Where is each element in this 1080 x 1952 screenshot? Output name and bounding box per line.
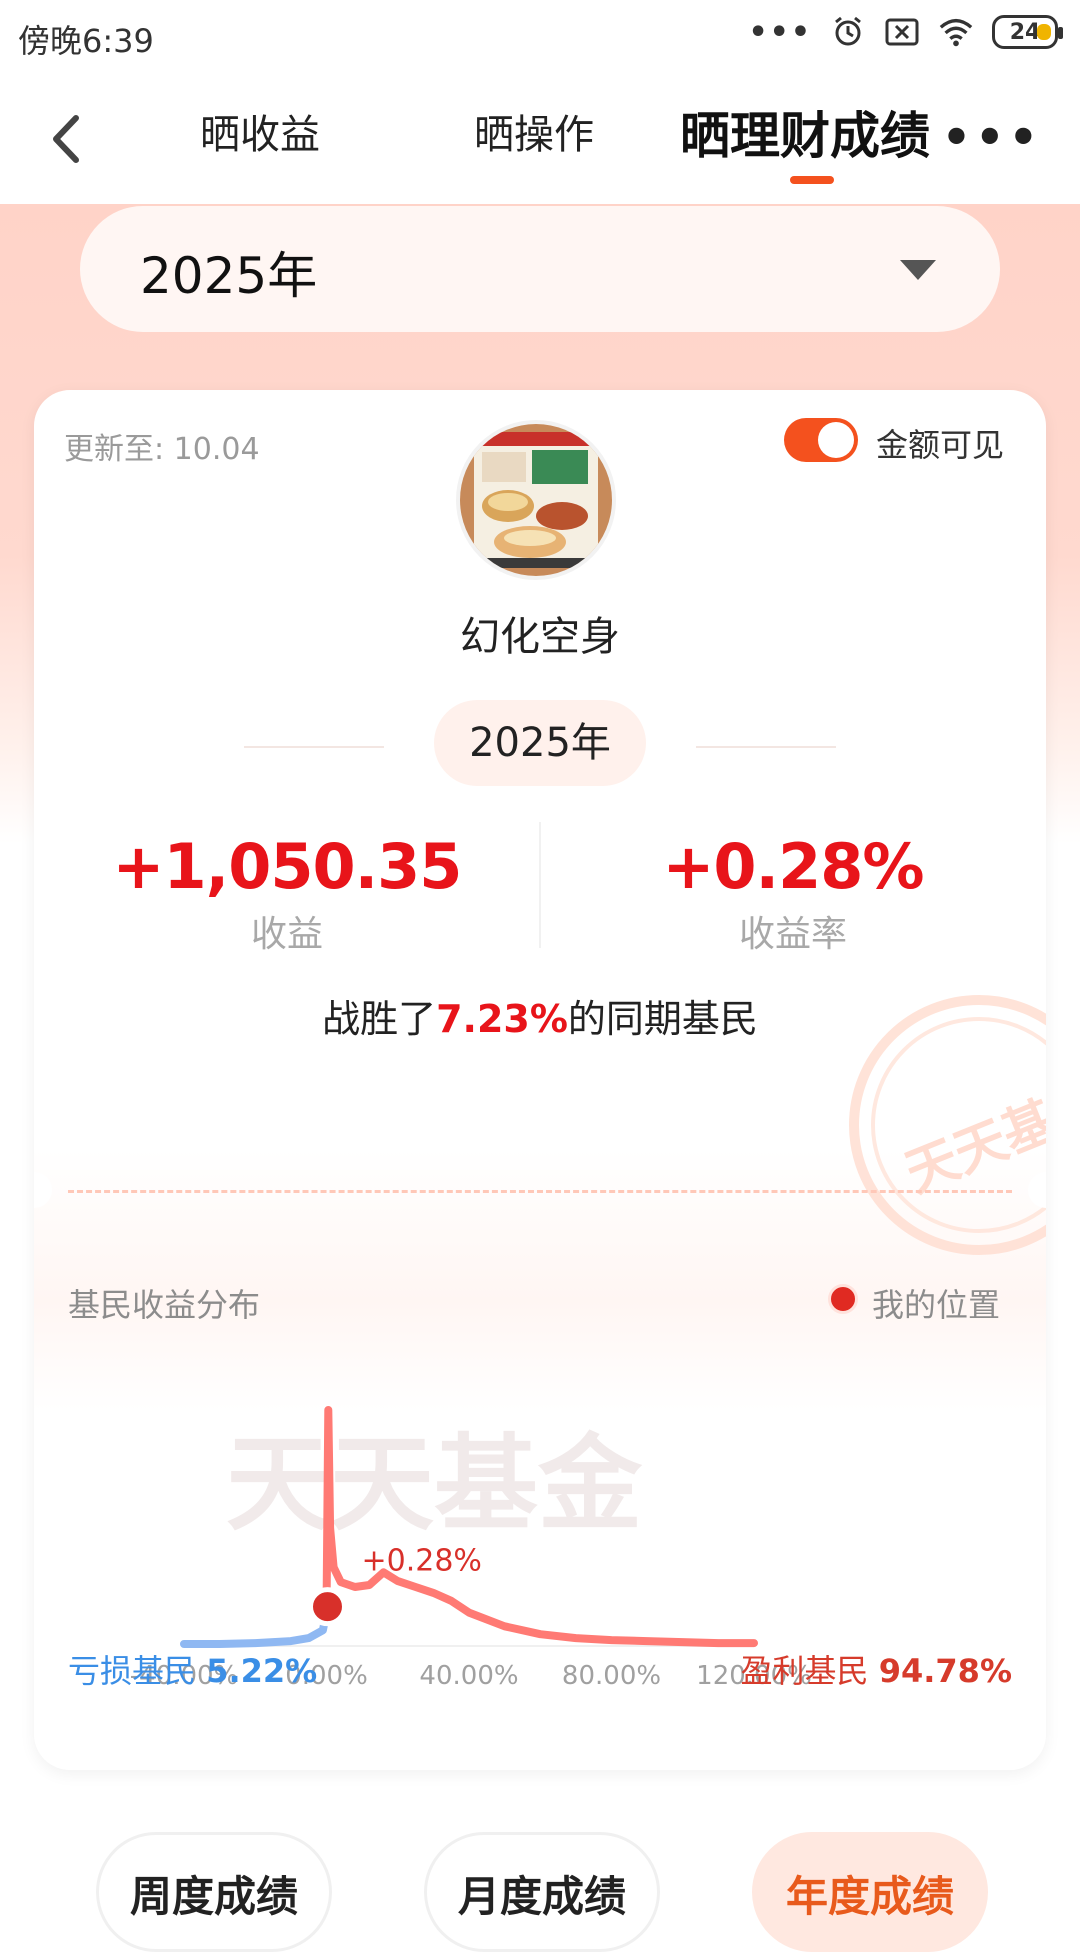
beat-percentage: 7.23% — [436, 997, 568, 1041]
gain-label: 盈利基民 — [740, 1652, 869, 1690]
more-dots-icon: ••• — [748, 14, 812, 50]
active-tab-indicator — [790, 176, 834, 184]
sim-off-icon — [884, 14, 920, 50]
stamp-text: 天天基金 — [897, 1070, 1046, 1205]
chevron-left-icon — [53, 115, 79, 163]
gain-percentage: 94.78% — [878, 1652, 1012, 1690]
back-button[interactable] — [40, 104, 100, 174]
rate-value: +0.28% — [662, 830, 924, 903]
profit-label: 收益 — [250, 914, 323, 955]
gain-investors: 盈利基民 94.78% — [741, 1646, 1012, 1692]
caret-down-icon — [900, 260, 936, 280]
loss-percentage: 5.22% — [206, 1652, 318, 1690]
avatar — [456, 420, 616, 580]
my-position-legend: 我的位置 — [872, 1286, 1001, 1324]
distribution-title: 基民收益分布 — [68, 1286, 261, 1324]
tab-share-profit[interactable]: 晒收益 — [200, 102, 320, 160]
more-menu-icon[interactable]: ••• — [942, 110, 1042, 164]
loss-investors: 亏损基民 5.22% — [68, 1646, 317, 1692]
beat-suffix: 的同期基民 — [567, 997, 758, 1041]
loss-label: 亏损基民 — [68, 1652, 197, 1690]
wifi-icon — [938, 14, 974, 50]
tab-share-operation[interactable]: 晒操作 — [474, 102, 594, 160]
amount-visible-label: 金额可见 — [876, 426, 1005, 464]
battery-level: 24 — [1009, 19, 1041, 45]
my-position-label: +0.28% — [361, 1544, 481, 1579]
avatar-image — [460, 424, 612, 576]
tab-share-performance[interactable]: 晒理财成绩 — [680, 96, 930, 168]
performance-card: 更新至: 10.04 金额可见 幻化空身 2025年 +1,050.35 收益 … — [34, 390, 1046, 1770]
beat-prefix: 战胜了 — [322, 997, 437, 1041]
status-time: 傍晚6:39 — [18, 22, 154, 60]
rate-label: 收益率 — [738, 914, 847, 955]
amount-visible-toggle[interactable] — [784, 418, 858, 462]
divider-left — [244, 746, 384, 748]
tab-monthly[interactable]: 月度成绩 — [424, 1832, 660, 1952]
year-dropdown-value: 2025年 — [140, 247, 318, 305]
x-tick-label: 40.00% — [419, 1661, 518, 1691]
alarm-icon — [830, 14, 866, 50]
year-dropdown[interactable]: 2025年 — [80, 206, 1000, 332]
my-position-marker — [307, 1587, 347, 1627]
tab-yearly[interactable]: 年度成绩 — [752, 1832, 988, 1952]
divider-right — [696, 746, 836, 748]
chart-watermark: 天天基金 — [226, 1422, 643, 1545]
user-nickname: 幻化空身 — [460, 614, 620, 660]
ticket-notch-left — [34, 1172, 52, 1208]
loss-curve — [180, 1607, 331, 1648]
x-tick-label: 80.00% — [562, 1661, 661, 1691]
rate-stat: +0.28% 收益率 — [540, 830, 1046, 957]
status-bar: 傍晚6:39 ••• 24 — [0, 0, 1080, 74]
profit-stat: +1,050.35 收益 — [34, 830, 540, 957]
status-icons: ••• 24 — [748, 14, 1063, 50]
tab-weekly[interactable]: 周度成绩 — [96, 1832, 332, 1952]
my-position-dot-icon — [828, 1284, 858, 1314]
battery-icon: 24 — [992, 15, 1063, 49]
top-nav: 晒收益 晒操作 晒理财成绩 ••• — [0, 74, 1080, 204]
charging-indicator — [1037, 24, 1051, 40]
year-badge: 2025年 — [434, 700, 646, 786]
dashed-separator — [68, 1190, 1012, 1193]
update-date: 更新至: 10.04 — [64, 432, 260, 467]
profit-value: +1,050.35 — [112, 830, 463, 903]
